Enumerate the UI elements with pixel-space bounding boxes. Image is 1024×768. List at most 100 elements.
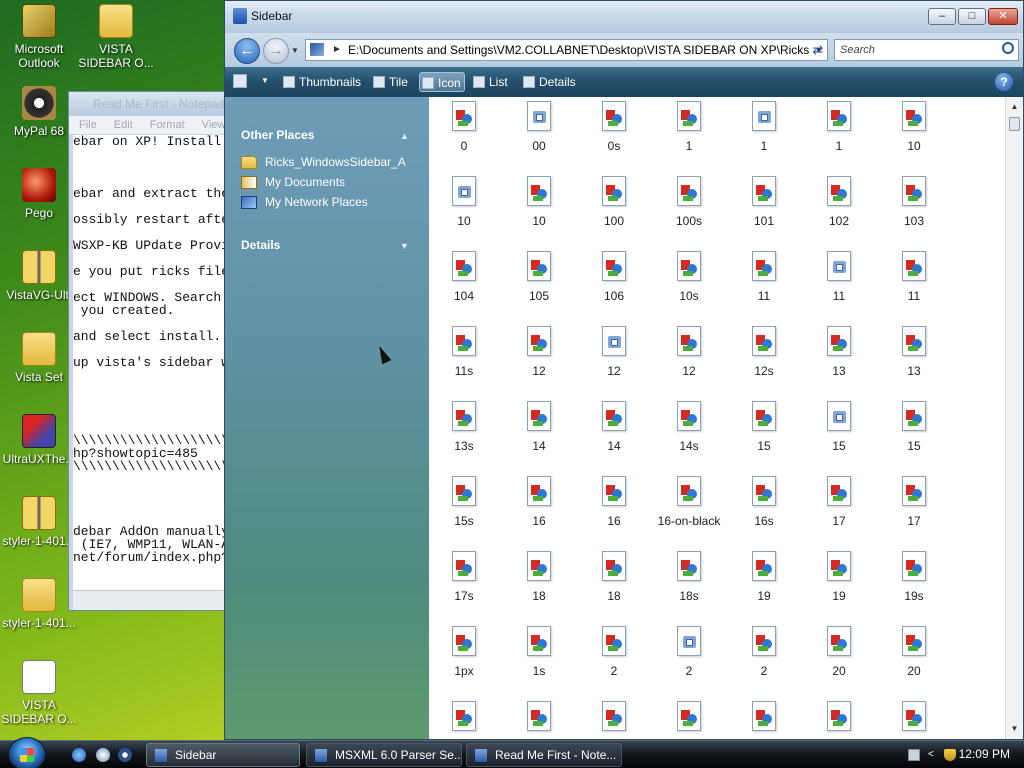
file-item[interactable]: 16 (501, 470, 577, 528)
file-item[interactable]: 15s (429, 470, 502, 528)
file-item[interactable]: 14 (501, 395, 577, 453)
file-item[interactable]: 16 (576, 470, 652, 528)
file-item[interactable] (576, 695, 652, 739)
other-places-link[interactable]: My Documents (241, 175, 345, 189)
file-item[interactable] (429, 695, 502, 739)
file-item[interactable]: 1s (501, 620, 577, 678)
file-item[interactable]: 12 (576, 320, 652, 378)
search-input[interactable]: Search (834, 39, 1019, 61)
file-item[interactable]: 17 (876, 470, 952, 528)
taskbar-button[interactable]: Read Me First - Note... (466, 743, 622, 767)
file-item[interactable]: 10 (501, 170, 577, 228)
file-item[interactable]: 2 (726, 620, 802, 678)
file-item[interactable]: 15 (801, 395, 877, 453)
desktop-icon[interactable]: Microsoft Outlook (0, 4, 79, 70)
other-places-link[interactable]: My Network Places (241, 195, 368, 209)
details-header[interactable]: Details (241, 238, 280, 252)
file-item[interactable]: 20 (876, 620, 952, 678)
file-item[interactable]: 11 (801, 245, 877, 303)
file-item[interactable] (726, 695, 802, 739)
notepad-text-area[interactable]: ebar on XP! Install ebar and extract the o… (73, 135, 237, 590)
tile-button[interactable]: Tile (371, 72, 408, 92)
security-shield-icon[interactable] (944, 749, 956, 761)
file-item[interactable]: 11 (876, 245, 952, 303)
file-item[interactable]: 16-on-black (651, 470, 727, 528)
file-item[interactable]: 10 (429, 170, 502, 228)
file-item[interactable]: 16s (726, 470, 802, 528)
recent-pages-dropdown-icon[interactable]: ▼ (291, 46, 299, 55)
notepad-menu[interactable]: File Edit Format View (69, 116, 237, 134)
taskbar-button[interactable]: Sidebar (146, 743, 300, 767)
file-item[interactable]: 106 (576, 245, 652, 303)
file-item[interactable]: 104 (429, 245, 502, 303)
file-item[interactable] (801, 695, 877, 739)
file-item[interactable]: 18 (576, 545, 652, 603)
icon-view-button[interactable]: Icon (419, 72, 465, 92)
forward-button[interactable]: → (263, 38, 289, 64)
refresh-icon[interactable]: ⇄ (807, 40, 829, 60)
file-item[interactable]: 0s (576, 97, 652, 153)
explorer-titlebar[interactable]: Sidebar – □ ✕ (225, 1, 1023, 33)
file-item[interactable]: 15 (876, 395, 952, 453)
search-icon[interactable] (1002, 42, 1014, 54)
file-item[interactable]: 1 (801, 97, 877, 153)
show-desktop-icon[interactable] (96, 748, 110, 762)
file-item[interactable]: 1 (726, 97, 802, 153)
scroll-up-icon[interactable]: ▲ (1006, 99, 1023, 115)
taskbar-button[interactable]: MSXML 6.0 Parser Se... (306, 743, 462, 767)
file-item[interactable]: 103 (876, 170, 952, 228)
details-button[interactable]: Details (521, 72, 576, 92)
help-icon[interactable]: ? (995, 73, 1013, 91)
file-item[interactable]: 15 (726, 395, 802, 453)
file-item[interactable]: 2 (576, 620, 652, 678)
other-places-header[interactable]: Other Places (241, 128, 314, 142)
file-item[interactable]: 1px (429, 620, 502, 678)
file-item[interactable]: 10s (651, 245, 727, 303)
scroll-thumb[interactable] (1009, 117, 1020, 131)
media-player-icon[interactable] (118, 748, 132, 762)
file-item[interactable]: 19s (876, 545, 952, 603)
file-view[interactable]: 0 00 0s 1 1 1 10 10 10 100 100s 101 102 103 104 105 106 1… (429, 97, 1005, 739)
file-item[interactable]: 100s (651, 170, 727, 228)
back-button[interactable]: ← (234, 38, 260, 64)
views-icon[interactable] (233, 74, 247, 88)
clock[interactable]: 12:09 PM (959, 747, 1010, 761)
file-item[interactable]: 100 (576, 170, 652, 228)
file-item[interactable]: 14 (576, 395, 652, 453)
file-item[interactable]: 17s (429, 545, 502, 603)
desktop-icon[interactable]: VISTA SIDEBAR O... (76, 4, 156, 70)
file-item[interactable]: 11s (429, 320, 502, 378)
views-dropdown-icon[interactable]: ▼ (261, 76, 269, 85)
chevron-left-icon[interactable]: < (928, 749, 940, 761)
file-item[interactable]: 0 (429, 97, 502, 153)
file-item[interactable]: 2 (651, 620, 727, 678)
file-item[interactable]: 13 (801, 320, 877, 378)
file-item[interactable]: 101 (726, 170, 802, 228)
address-field[interactable]: ► E:\Documents and Settings\VM2.COLLABNE… (305, 39, 828, 61)
file-item[interactable]: 12s (726, 320, 802, 378)
vertical-scrollbar[interactable]: ▲ ▼ (1005, 97, 1023, 739)
file-item[interactable]: 17 (801, 470, 877, 528)
keyboard-icon[interactable] (908, 749, 920, 761)
desktop-icon[interactable]: VISTA SIDEBAR O... (0, 660, 79, 726)
close-button[interactable]: ✕ (988, 8, 1018, 25)
scroll-down-icon[interactable]: ▼ (1006, 721, 1023, 737)
list-button[interactable]: List (471, 72, 508, 92)
minimize-button[interactable]: – (928, 8, 956, 25)
internet-explorer-icon[interactable] (72, 748, 86, 762)
file-item[interactable]: 18 (501, 545, 577, 603)
file-item[interactable] (501, 695, 577, 739)
file-item[interactable]: 10 (876, 97, 952, 153)
file-item[interactable]: 19 (726, 545, 802, 603)
file-item[interactable]: 1 (651, 97, 727, 153)
file-item[interactable]: 13 (876, 320, 952, 378)
file-item[interactable]: 14s (651, 395, 727, 453)
file-item[interactable]: 13s (429, 395, 502, 453)
notepad-horizontal-scrollbar[interactable] (73, 590, 237, 610)
file-item[interactable] (651, 695, 727, 739)
file-item[interactable]: 102 (801, 170, 877, 228)
file-item[interactable]: 105 (501, 245, 577, 303)
other-places-link[interactable]: Ricks_WindowsSidebar_A (241, 155, 406, 169)
file-item[interactable]: 00 (501, 97, 577, 153)
file-item[interactable]: 18s (651, 545, 727, 603)
